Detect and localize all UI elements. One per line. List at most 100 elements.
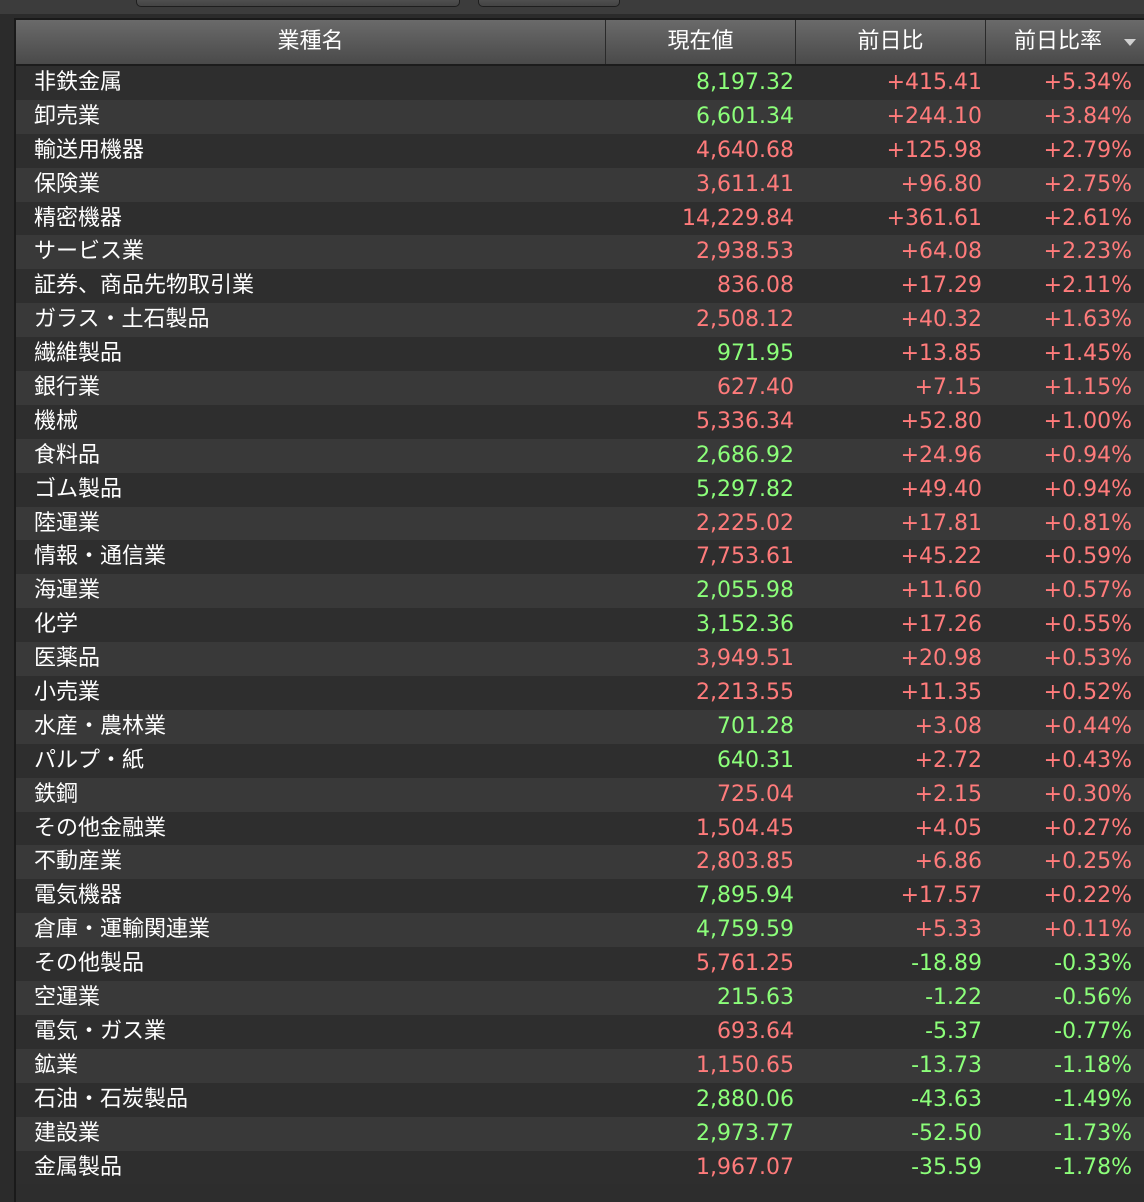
- cell-pct: +2.11%: [1043, 273, 1132, 299]
- cell-diff: -52.50: [911, 1120, 982, 1146]
- cell-price: 1,504.45: [696, 815, 794, 841]
- cell-sector-name: 情報・通信業: [34, 544, 167, 570]
- table-row[interactable]: 保険業 3,611.41 +96.80 +2.75%: [16, 167, 1144, 202]
- cell-sector-name: 輸送用機器: [34, 137, 145, 163]
- table-row[interactable]: 水産・農林業 701.28 +3.08 +0.44%: [16, 709, 1144, 744]
- cell-pct: +0.27%: [1043, 815, 1132, 841]
- cell-pct: +0.30%: [1043, 781, 1132, 807]
- cell-diff: +17.57: [900, 883, 982, 909]
- cell-sector-name: 空運業: [34, 985, 101, 1011]
- toolbar-tab[interactable]: [136, 0, 460, 7]
- table-row[interactable]: 石油・石炭製品 2,880.06 -43.63 -1.49%: [16, 1082, 1144, 1117]
- cell-pct: +0.44%: [1043, 713, 1132, 739]
- cell-diff: +415.41: [886, 70, 982, 95]
- sort-desc-icon[interactable]: [1124, 39, 1136, 46]
- table-row[interactable]: 銀行業 627.40 +7.15 +1.15%: [16, 371, 1144, 405]
- cell-pct: +0.53%: [1043, 646, 1132, 672]
- cell-price: 3,949.51: [696, 646, 794, 672]
- cell-pct: +0.55%: [1043, 612, 1132, 638]
- column-header-pct[interactable]: 前日比率: [986, 20, 1144, 64]
- cell-price: 4,759.59: [696, 917, 794, 943]
- cell-sector-name: 不動産業: [34, 849, 123, 875]
- table-row[interactable]: ガラス・土石製品 2,508.12 +40.32 +1.63%: [16, 303, 1144, 338]
- cell-sector-name: 石油・石炭製品: [34, 1086, 189, 1112]
- column-header-diff[interactable]: 前日比: [796, 20, 986, 64]
- cell-pct: -0.33%: [1054, 951, 1132, 977]
- table-row[interactable]: 証券、商品先物取引業 836.08 +17.29 +2.11%: [16, 269, 1144, 304]
- cell-pct: -1.18%: [1054, 1052, 1132, 1078]
- table-row[interactable]: 倉庫・運輸関連業 4,759.59 +5.33 +0.11%: [16, 913, 1144, 948]
- cell-pct: +1.45%: [1043, 341, 1132, 367]
- cell-sector-name: 小売業: [34, 680, 101, 706]
- table-row[interactable]: 化学 3,152.36 +17.26 +0.55%: [16, 608, 1144, 643]
- table-row[interactable]: 繊維製品 971.95 +13.85 +1.45%: [16, 337, 1144, 372]
- cell-diff: +244.10: [886, 103, 982, 129]
- cell-diff: +49.40: [900, 476, 982, 502]
- cell-pct: -0.56%: [1054, 985, 1132, 1011]
- column-header-price[interactable]: 現在値: [606, 20, 796, 64]
- table-row[interactable]: 精密機器 14,229.84 +361.61 +2.61%: [16, 201, 1144, 236]
- cell-pct: +0.25%: [1043, 849, 1132, 875]
- cell-price: 2,938.53: [696, 239, 794, 265]
- cell-price: 3,611.41: [696, 171, 794, 197]
- cell-price: 701.28: [717, 713, 794, 739]
- table-row[interactable]: 電気機器 7,895.94 +17.57 +0.22%: [16, 879, 1144, 914]
- cell-sector-name: 鉄鋼: [34, 781, 79, 807]
- cell-sector-name: ガラス・土石製品: [34, 307, 210, 333]
- cell-sector-name: 金属製品: [34, 1154, 123, 1180]
- table-row[interactable]: サービス業 2,938.53 +64.08 +2.23%: [16, 235, 1144, 270]
- cell-pct: +0.11%: [1043, 917, 1132, 943]
- cell-sector-name: 精密機器: [34, 205, 123, 231]
- cell-diff: +13.85: [900, 341, 982, 367]
- cell-diff: +52.80: [900, 408, 982, 434]
- cell-sector-name: その他金融業: [34, 815, 167, 841]
- table-row[interactable]: 電気・ガス業 693.64 -5.37 -0.77%: [16, 1014, 1144, 1049]
- table-row[interactable]: 不動産業 2,803.85 +6.86 +0.25%: [16, 845, 1144, 880]
- table-row[interactable]: その他製品 5,761.25 -18.89 -0.33%: [16, 947, 1144, 982]
- cell-price: 4,640.68: [696, 137, 794, 163]
- table-row[interactable]: その他金融業 1,504.45 +4.05 +0.27%: [16, 811, 1144, 846]
- table-row[interactable]: 空運業 215.63 -1.22 -0.56%: [16, 981, 1144, 1015]
- sector-table: 業種名 現在値 前日比 前日比率 非鉄金属 8,197.32 +415.41 +5.3…: [14, 18, 1144, 1202]
- cell-sector-name: 水産・農林業: [34, 713, 167, 739]
- cell-pct: +2.61%: [1043, 205, 1132, 231]
- cell-pct: +2.23%: [1043, 239, 1132, 265]
- table-row[interactable]: 金属製品 1,967.07 -35.59 -1.78%: [16, 1150, 1144, 1185]
- table-row[interactable]: 輸送用機器 4,640.68 +125.98 +2.79%: [16, 133, 1144, 168]
- table-row[interactable]: 海運業 2,055.98 +11.60 +0.57%: [16, 574, 1144, 609]
- cell-price: 2,213.55: [696, 680, 794, 706]
- cell-diff: -5.37: [925, 1018, 982, 1044]
- cell-diff: +2.15: [914, 781, 982, 807]
- cell-price: 2,880.06: [696, 1086, 794, 1112]
- table-row[interactable]: 情報・通信業 7,753.61 +45.22 +0.59%: [16, 540, 1144, 575]
- cell-diff: +40.32: [900, 307, 982, 333]
- cell-price: 2,803.85: [696, 849, 794, 875]
- table-row[interactable]: 小売業 2,213.55 +11.35 +0.52%: [16, 676, 1144, 710]
- cell-price: 215.63: [717, 985, 794, 1011]
- cell-pct: -1.78%: [1054, 1154, 1132, 1180]
- column-header-name[interactable]: 業種名: [16, 20, 606, 64]
- cell-pct: -0.77%: [1054, 1018, 1132, 1044]
- table-row[interactable]: 陸運業 2,225.02 +17.81 +0.81%: [16, 506, 1144, 541]
- toolbar-tab[interactable]: [478, 0, 620, 7]
- table-row[interactable]: 食料品 2,686.92 +24.96 +0.94%: [16, 438, 1144, 473]
- table-row[interactable]: 建設業 2,973.77 -52.50 -1.73%: [16, 1116, 1144, 1151]
- table-row[interactable]: 卸売業 6,601.34 +244.10 +3.84%: [16, 99, 1144, 134]
- cell-price: 693.64: [717, 1018, 794, 1044]
- cell-pct: +1.00%: [1043, 408, 1132, 434]
- table-row[interactable]: 医薬品 3,949.51 +20.98 +0.53%: [16, 642, 1144, 677]
- table-row[interactable]: 鉄鋼 725.04 +2.15 +0.30%: [16, 777, 1144, 812]
- table-row[interactable]: ゴム製品 5,297.82 +49.40 +0.94%: [16, 472, 1144, 507]
- table-row[interactable]: 機械 5,336.34 +52.80 +1.00%: [16, 404, 1144, 439]
- cell-pct: -1.49%: [1054, 1086, 1132, 1112]
- table-row[interactable]: 非鉄金属 8,197.32 +415.41 +5.34%: [16, 66, 1144, 100]
- cell-pct: +1.63%: [1043, 307, 1132, 333]
- cell-diff: +17.29: [900, 273, 982, 299]
- table-row[interactable]: 鉱業 1,150.65 -13.73 -1.18%: [16, 1048, 1144, 1083]
- cell-pct: +3.84%: [1043, 103, 1132, 129]
- cell-pct: +2.75%: [1043, 171, 1132, 197]
- cell-sector-name: 電気機器: [34, 883, 123, 909]
- cell-diff: +5.33: [914, 917, 982, 943]
- cell-price: 627.40: [717, 375, 794, 401]
- table-row[interactable]: パルプ・紙 640.31 +2.72 +0.43%: [16, 743, 1144, 778]
